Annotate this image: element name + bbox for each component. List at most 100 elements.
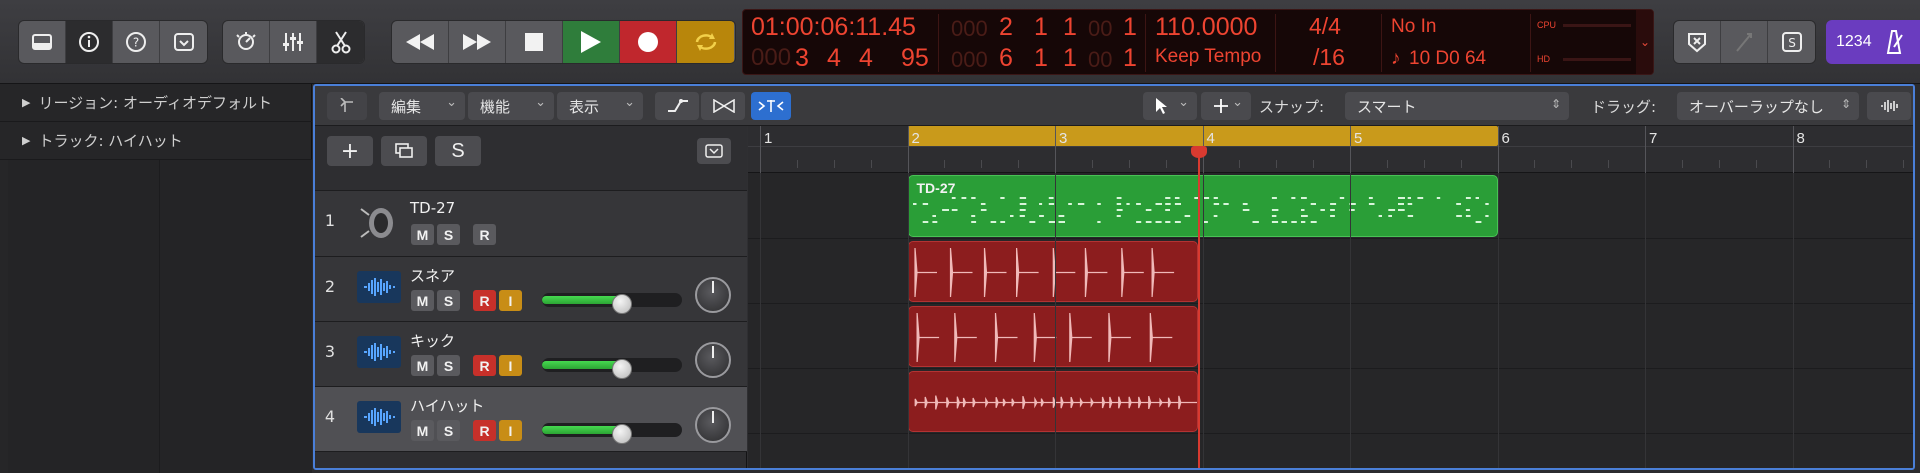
info-icon[interactable] bbox=[66, 21, 113, 63]
inspector-region-header[interactable]: ▶ リージョン: オーディオデフォルト bbox=[0, 84, 312, 122]
track-header-1[interactable]: 1 TD-27 M S R bbox=[315, 191, 747, 257]
transport-group bbox=[391, 20, 736, 64]
pan-knob[interactable] bbox=[695, 277, 731, 313]
volume-knob[interactable] bbox=[612, 424, 632, 444]
global-solo-button[interactable]: S bbox=[435, 136, 481, 166]
stop-icon[interactable] bbox=[506, 21, 563, 63]
view-menu-label: 表示 bbox=[569, 97, 600, 116]
view-button-group: ? bbox=[18, 20, 208, 64]
lcd-bars-beats-bar: 3 bbox=[795, 44, 812, 72]
ruler-bar-number: 8 bbox=[1796, 130, 1805, 147]
track-name[interactable]: TD-27 bbox=[410, 199, 455, 217]
chevron-down-icon: ⌄ bbox=[446, 95, 457, 110]
lcd-bars-beats-div: 4 bbox=[859, 44, 873, 72]
pointer-tool-menu[interactable]: ⌄ bbox=[1143, 92, 1197, 120]
secondary-tool-menu[interactable]: ⌄ bbox=[1201, 92, 1251, 120]
solo-button[interactable]: S bbox=[437, 355, 460, 376]
list-editors-icon[interactable] bbox=[1674, 21, 1721, 63]
help-icon[interactable]: ? bbox=[113, 21, 160, 63]
library-icon[interactable] bbox=[19, 21, 66, 63]
scissors-icon[interactable] bbox=[317, 21, 364, 63]
count-in-button[interactable]: 1234 bbox=[1826, 20, 1920, 64]
inspector-track-header[interactable]: ▶ トラック: ハイハット bbox=[0, 122, 312, 160]
bar-ruler[interactable]: 1 2 3 4 5 6 7 8 bbox=[748, 126, 1913, 173]
record-enable-button[interactable]: R bbox=[473, 224, 496, 245]
mute-button[interactable]: M bbox=[411, 290, 434, 311]
ruler-beat-tick bbox=[1681, 160, 1683, 168]
smart-controls-icon[interactable] bbox=[223, 21, 270, 63]
input-monitor-button[interactable]: I bbox=[499, 420, 522, 441]
forward-icon[interactable] bbox=[449, 21, 506, 63]
rewind-icon[interactable] bbox=[392, 21, 449, 63]
functions-menu[interactable]: 機能 ⌄ bbox=[468, 92, 554, 120]
cycle-icon[interactable] bbox=[677, 21, 734, 63]
pan-knob[interactable] bbox=[695, 407, 731, 443]
track-name[interactable]: キック bbox=[410, 330, 455, 351]
lcd-signature[interactable]: 4/4 bbox=[1309, 13, 1341, 40]
track-header-4[interactable]: 4 ハイハット M S R I bbox=[315, 387, 747, 452]
lcd-display[interactable]: 000 01:00:06:11.45 3 4 4 95 000 2 1 1 00… bbox=[742, 9, 1654, 75]
ruler-bar-line bbox=[1055, 126, 1056, 173]
solo-button[interactable]: S bbox=[437, 224, 460, 245]
solo-button[interactable]: S bbox=[437, 290, 460, 311]
track-name[interactable]: スネア bbox=[410, 265, 455, 286]
audio-region[interactable] bbox=[907, 306, 1199, 367]
record-enable-button[interactable]: R bbox=[473, 420, 496, 441]
notepad-icon[interactable] bbox=[1721, 21, 1768, 63]
playhead[interactable] bbox=[1191, 146, 1208, 468]
duplicate-track-button[interactable] bbox=[381, 136, 427, 166]
audio-waveform-icon bbox=[357, 401, 401, 433]
add-track-button[interactable]: + bbox=[327, 136, 373, 166]
lcd-timecode: 01:00:06:11.45 bbox=[751, 13, 916, 41]
volume-knob[interactable] bbox=[612, 359, 632, 379]
hd-label: HD bbox=[1537, 54, 1550, 64]
lcd-tempo[interactable]: 110.0000 bbox=[1155, 13, 1257, 42]
timeline[interactable]: 12345678 TD-27 bbox=[748, 126, 1913, 468]
snap-menu[interactable]: スマート ⇕ bbox=[1345, 92, 1569, 120]
lcd-tempo-mode[interactable]: Keep Tempo bbox=[1155, 46, 1261, 68]
tracks-area: 編集 ⌄ 機能 ⌄ 表示 ⌄ ⌄ ⌄ スナップ: スマート ⇕ ドラッグ: オーバーラッ… bbox=[313, 84, 1915, 470]
inbox-icon[interactable] bbox=[160, 21, 207, 63]
edit-menu[interactable]: 編集 ⌄ bbox=[379, 92, 465, 120]
record-enable-button[interactable]: R bbox=[473, 355, 496, 376]
catch-playhead-button[interactable] bbox=[751, 92, 791, 120]
flex-button[interactable] bbox=[701, 92, 745, 120]
play-icon[interactable] bbox=[563, 21, 620, 63]
record-enable-button[interactable]: R bbox=[473, 290, 496, 311]
input-monitor-button[interactable]: I bbox=[499, 355, 522, 376]
ruler-beat-tick bbox=[1829, 160, 1831, 168]
ruler-bar-number: 2 bbox=[911, 130, 920, 147]
solo-button[interactable]: S bbox=[437, 420, 460, 441]
drag-menu[interactable]: オーバーラップなし ⇕ bbox=[1677, 92, 1859, 120]
automation-button[interactable] bbox=[655, 92, 699, 120]
pan-knob[interactable] bbox=[695, 342, 731, 378]
lcd-midi-out: 10 D0 64 bbox=[1409, 48, 1487, 69]
chevron-down-icon: ⌄ bbox=[1178, 95, 1189, 110]
track-header-menu-button[interactable] bbox=[697, 138, 731, 164]
s-badge-icon[interactable]: S bbox=[1768, 21, 1815, 63]
mixer-icon[interactable] bbox=[270, 21, 317, 63]
audio-region[interactable] bbox=[907, 241, 1199, 302]
drag-value: オーバーラップなし bbox=[1689, 97, 1824, 116]
lcd-division[interactable]: /16 bbox=[1313, 44, 1345, 71]
audio-region[interactable] bbox=[907, 371, 1199, 432]
record-icon[interactable] bbox=[620, 21, 677, 63]
mute-button[interactable]: M bbox=[411, 224, 434, 245]
track-headers: + S 1 TD-27 M S R 2 スネア M S R I 3 キック M … bbox=[315, 126, 747, 468]
drag-label: ドラッグ: bbox=[1591, 98, 1657, 116]
volume-knob[interactable] bbox=[612, 294, 632, 314]
view-menu[interactable]: 表示 ⌄ bbox=[557, 92, 643, 120]
updown-chevron-icon: ⇕ bbox=[1550, 97, 1561, 111]
ruler-beat-tick bbox=[1718, 160, 1720, 168]
track-header-3[interactable]: 3 キック M S R I bbox=[315, 322, 747, 387]
lcd-menu-chevron-icon[interactable]: ⌄ bbox=[1636, 10, 1653, 74]
track-header-2[interactable]: 2 スネア M S R I bbox=[315, 257, 747, 322]
waveform-zoom-button[interactable] bbox=[1867, 92, 1911, 120]
playhead-handle-icon[interactable] bbox=[1191, 146, 1208, 158]
track-name[interactable]: ハイハット bbox=[410, 395, 484, 416]
input-monitor-button[interactable]: I bbox=[499, 290, 522, 311]
back-arrow-button[interactable] bbox=[327, 92, 367, 120]
mute-button[interactable]: M bbox=[411, 420, 434, 441]
mute-button[interactable]: M bbox=[411, 355, 434, 376]
lcd-midi-in: No In bbox=[1391, 16, 1437, 37]
